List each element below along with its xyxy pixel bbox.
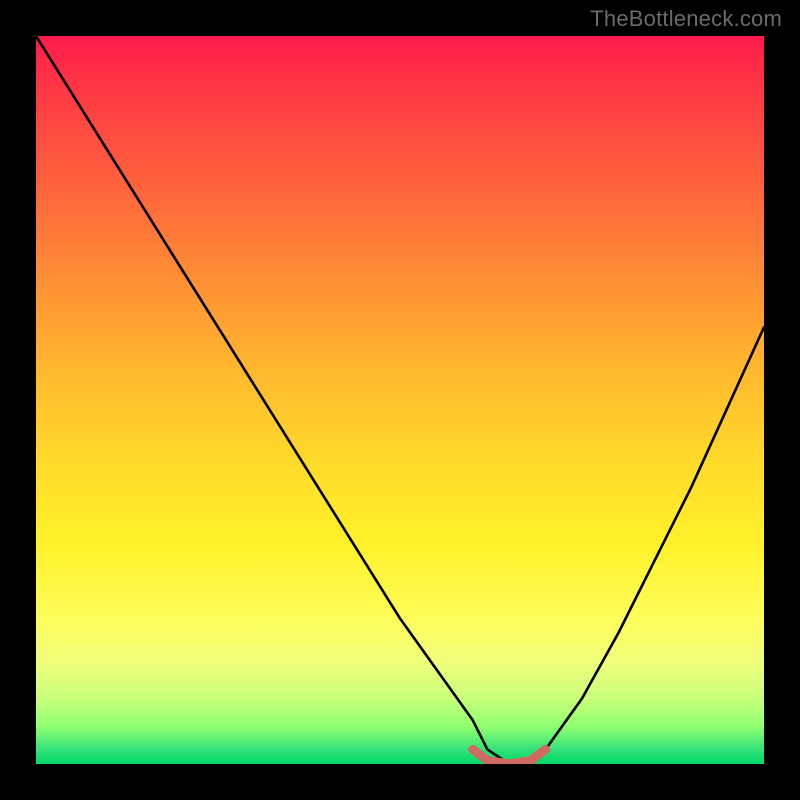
bottleneck-curve-svg — [36, 36, 764, 764]
watermark-text: TheBottleneck.com — [590, 6, 782, 32]
bottleneck-curve — [36, 36, 764, 764]
chart-frame: TheBottleneck.com — [0, 0, 800, 800]
plot-area — [36, 36, 764, 764]
optimal-segment — [473, 749, 546, 764]
